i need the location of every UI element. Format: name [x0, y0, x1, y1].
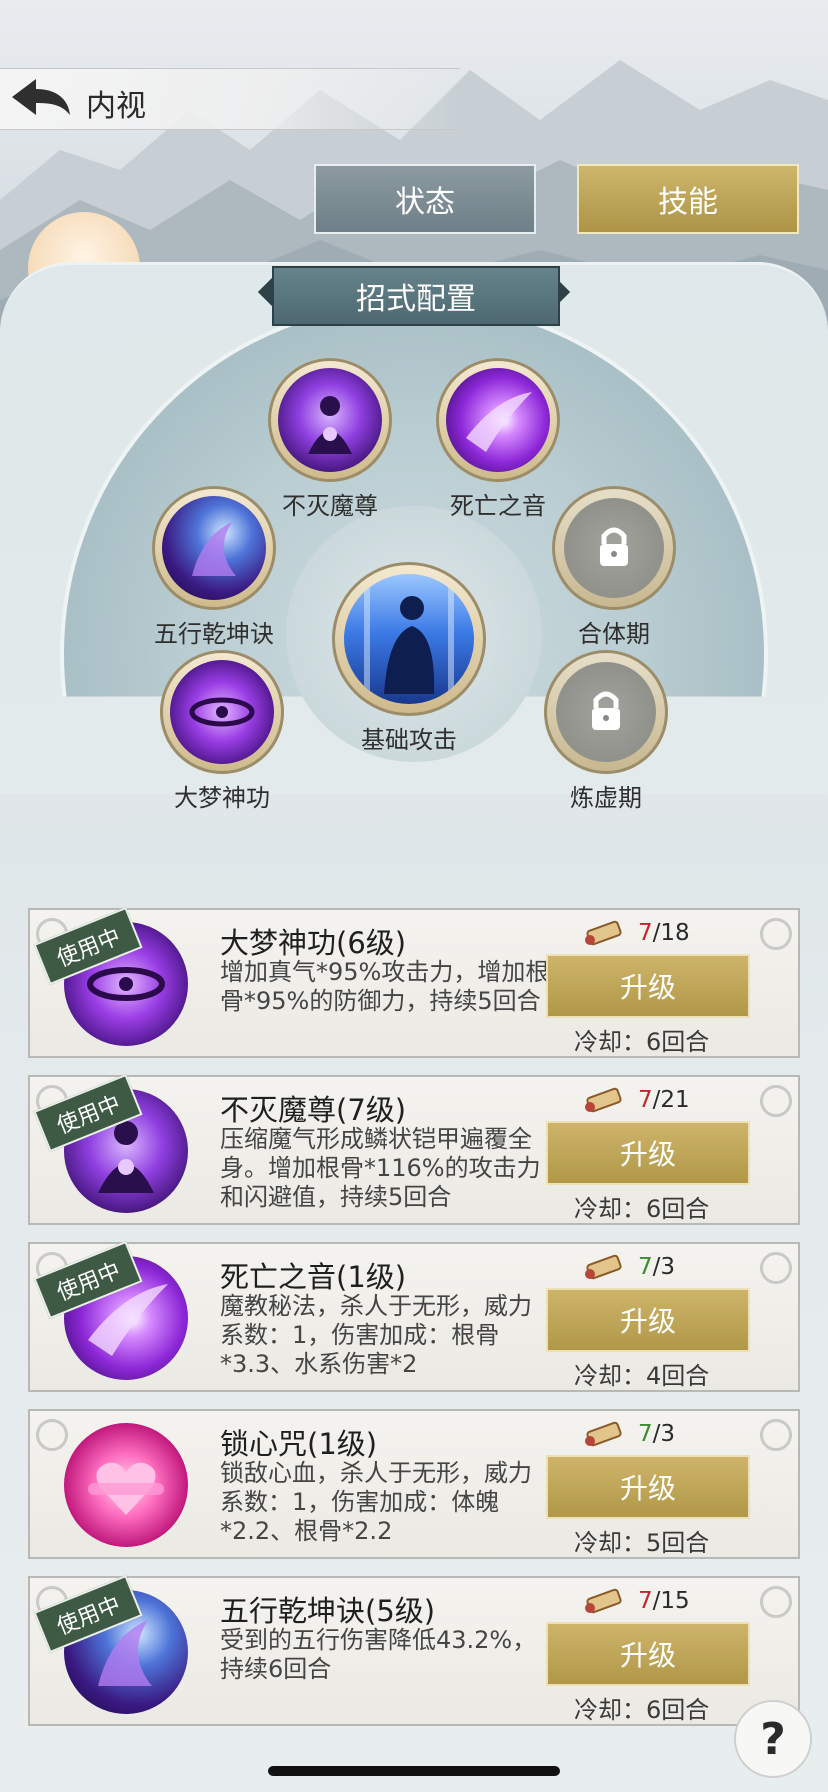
- skill-card-death-sound: 使用中 死亡之音(1级) 魔教秘法，杀人于无形，威力系数：1，伤害加成：根骨*3…: [28, 1240, 800, 1392]
- upgrade-button[interactable]: 升级: [546, 1455, 750, 1519]
- cooldown-text: 冷却：6回合: [574, 1195, 710, 1223]
- scroll-icon: [585, 1421, 622, 1447]
- slot-label: 五行乾坤诀: [154, 620, 274, 648]
- scroll-icon: [585, 1588, 622, 1614]
- upgrade-button[interactable]: 升级: [546, 954, 750, 1018]
- slot-label: 炼虚期: [570, 784, 642, 812]
- slot-label: 基础攻击: [361, 726, 457, 754]
- upgrade-button[interactable]: 升级: [546, 1121, 750, 1185]
- dream-skill-icon: [170, 660, 274, 764]
- skill-name: 锁心咒(1级): [220, 1427, 378, 1461]
- skill-name: 大梦神功(6级): [220, 926, 407, 960]
- lock-icon: [564, 498, 664, 598]
- cooldown-text: 冷却：6回合: [574, 1028, 710, 1056]
- config-banner: 招式配置: [272, 266, 560, 326]
- skill-desc: 受到的五行伤害降低43.2%，持续6回合: [220, 1626, 537, 1683]
- death-sound-skill-icon: [446, 368, 550, 472]
- skill-card-dream: 使用中 大梦神功(6级) 增加真气*95%攻击力，增加根骨*95%的防御力，持续…: [28, 906, 800, 1058]
- heart-lock-skill-icon: [64, 1423, 188, 1547]
- config-banner-label: 招式配置: [356, 282, 476, 317]
- skill-desc: 增加真气*95%攻击力，增加根骨*95%的防御力，持续5回合: [220, 958, 550, 1015]
- skill-card-five-elements: 使用中 五行乾坤诀(5级) 受到的五行伤害降低43.2%，持续6回合 7/15 …: [28, 1574, 800, 1726]
- scroll-icon: [585, 1087, 622, 1113]
- skill-card-heart-lock: 锁心咒(1级) 锁敌心血，杀人于无形，威力系数：1，伤害加成：体魄*2.2、根骨…: [28, 1409, 800, 1559]
- slot-label: 合体期: [578, 620, 650, 648]
- top-bar: 内视: [0, 68, 460, 130]
- scroll-icon: [585, 920, 622, 946]
- skill-desc: 魔教秘法，杀人于无形，威力系数：1，伤害加成：根骨*3.3、水系伤害*2: [220, 1292, 532, 1376]
- slot-label: 大梦神功: [174, 784, 270, 812]
- page-title: 内视: [86, 89, 146, 124]
- back-arrow-icon: [12, 79, 70, 115]
- demon-lord-skill-icon: [278, 368, 382, 472]
- fragment-count: 7/3: [638, 1254, 676, 1280]
- skill-name: 不灭魔尊(7级): [220, 1093, 407, 1127]
- upgrade-button[interactable]: 升级: [546, 1622, 750, 1686]
- cooldown-text: 冷却：6回合: [574, 1696, 710, 1724]
- skill-name: 五行乾坤诀(5级): [220, 1594, 436, 1628]
- lock-icon: [556, 662, 656, 762]
- tab-skill[interactable]: 技能: [577, 164, 799, 234]
- cooldown-text: 冷却：4回合: [574, 1362, 710, 1390]
- upgrade-button[interactable]: 升级: [546, 1288, 750, 1352]
- tab-status[interactable]: 状态: [314, 164, 536, 234]
- cooldown-text: 冷却：5回合: [574, 1529, 710, 1557]
- fragment-count: 7/15: [638, 1588, 690, 1614]
- skill-desc: 锁敌心血，杀人于无形，威力系数：1，伤害加成：体魄*2.2、根骨*2.2: [220, 1459, 532, 1543]
- fragment-count: 7/3: [638, 1421, 676, 1447]
- back-button[interactable]: [8, 75, 74, 123]
- help-button[interactable]: ?: [734, 1700, 812, 1778]
- scroll-icon: [585, 1254, 622, 1280]
- fragment-count: 7/21: [638, 1087, 690, 1113]
- basic-attack-skill-icon: [344, 574, 474, 704]
- skill-desc: 压缩魔气形成鳞状铠甲遍覆全身。增加根骨*116%的攻击力和闪避值，持续5回合: [220, 1125, 541, 1209]
- five-elements-skill-icon: [162, 496, 266, 600]
- skill-name: 死亡之音(1级): [220, 1260, 407, 1294]
- home-indicator: [268, 1766, 560, 1776]
- skill-card-demon-lord: 使用中 不灭魔尊(7级) 压缩魔气形成鳞状铠甲遍覆全身。增加根骨*116%的攻击…: [28, 1073, 800, 1225]
- fragment-count: 7/18: [638, 920, 690, 946]
